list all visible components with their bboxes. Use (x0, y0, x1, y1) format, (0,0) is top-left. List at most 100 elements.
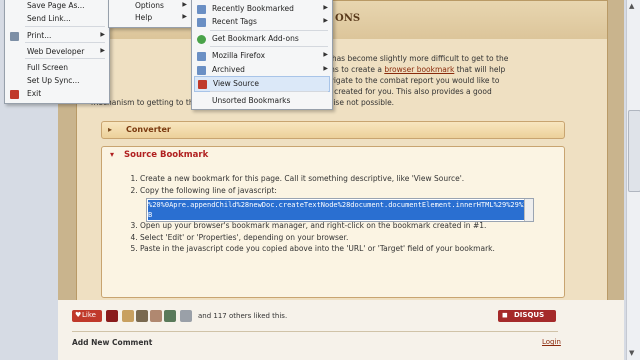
menu-separator (25, 58, 105, 59)
avatar (136, 310, 148, 322)
step-4: Select 'Edit' or 'Properties', depending… (140, 232, 560, 244)
intro-line-1: pages, it has become slightly more diffi… (297, 54, 509, 63)
scroll-thumb[interactable] (628, 110, 640, 192)
printer-icon (10, 32, 19, 41)
avatar (164, 310, 176, 322)
disqus-button[interactable]: ◼ DISQUS (498, 310, 556, 322)
intro-line-3: imply navigate to the combat report you … (297, 76, 500, 85)
menu-item-recent-tags[interactable]: Recent Tags ▶ (192, 15, 332, 29)
menu-separator (210, 30, 328, 31)
menu-item-label: Print... (27, 31, 52, 40)
menu-item-full-screen[interactable]: Full Screen (5, 61, 109, 75)
chevron-right-icon: ▶ (182, 1, 187, 8)
chevron-down-icon: ▾ (110, 150, 115, 159)
converter-label: Converter (126, 125, 171, 134)
menu-item-label: Help (135, 13, 153, 22)
menu-separator (25, 26, 105, 27)
code-scrollbar[interactable] (524, 199, 533, 221)
step-5: Paste in the javascript code you copied … (140, 243, 560, 255)
chevron-right-icon: ▸ (108, 125, 113, 134)
menu-item-set-up-sync[interactable]: Set Up Sync... (5, 74, 109, 88)
source-bookmark-label: Source Bookmark (124, 150, 209, 160)
menu-item-web-developer[interactable]: Web Developer ▶ (5, 45, 109, 59)
chevron-right-icon: ▶ (100, 31, 105, 38)
page-scrollbar[interactable]: ▲ ▼ (626, 0, 640, 360)
scroll-up-icon[interactable]: ▲ (629, 2, 634, 10)
content-panel: ONS pages, it has become slightly more d… (76, 0, 608, 302)
menu-item-send-link[interactable]: Send Link... (5, 12, 109, 26)
menu-item-archived[interactable]: Archived ▶ (192, 63, 332, 77)
javascript-code-field[interactable]: %20%0Apre.appendChild%28newDoc.createTex… (146, 198, 534, 222)
menu-item-label: Exit (27, 89, 42, 98)
source-bookmark-panel: ▾ Source Bookmark Create a new bookmark … (101, 146, 565, 298)
menu-item-label: Archived (212, 65, 245, 74)
chevron-right-icon: ▶ (323, 17, 328, 24)
step-2: Copy the following line of javascript: (140, 185, 560, 197)
addons-icon (197, 35, 206, 44)
exit-icon (10, 90, 19, 99)
menu-item-exit[interactable]: Exit (5, 87, 109, 101)
like-label: Like (82, 311, 96, 319)
chevron-right-icon: ▶ (182, 13, 187, 20)
folder-icon (197, 52, 206, 61)
menu-item-get-addons[interactable]: Get Bookmark Add-ons (192, 32, 332, 46)
menu-item-label: Full Screen (27, 63, 68, 72)
folder-icon (197, 5, 206, 14)
chevron-right-icon: ▶ (323, 4, 328, 11)
page-title: ONS (335, 13, 361, 24)
menu-item-label: Options (135, 1, 164, 10)
chevron-right-icon: ▶ (323, 51, 328, 58)
chevron-right-icon: ▶ (100, 47, 105, 54)
menu-separator (25, 42, 105, 43)
menu-item-label: View Source (213, 79, 259, 88)
avatar (122, 310, 134, 322)
heart-icon: ♥ (75, 311, 82, 319)
menu-item-label: Mozilla Firefox (212, 51, 266, 60)
menu-item-label: Unsorted Bookmarks (212, 96, 291, 105)
intro-line-4: ce that is created for you. This also pr… (297, 87, 492, 96)
menu-item-view-source[interactable]: View Source (194, 76, 330, 92)
menu-item-print[interactable]: Print... ▶ (5, 29, 109, 43)
bookmark-icon (198, 80, 207, 89)
selected-code-text[interactable]: %20%0Apre.appendChild%28newDoc.createTex… (148, 200, 530, 220)
menu-item-help[interactable]: Help ▶ (109, 11, 191, 25)
intro-line-5: mechanism to getting to th (smart-phones… (91, 98, 395, 107)
step-1: Create a new bookmark for this page. Cal… (140, 173, 560, 185)
menu-item-mozilla-firefox[interactable]: Mozilla Firefox ▶ (192, 49, 332, 63)
file-menu: Save Page As... Send Link... Print... ▶ … (4, 0, 110, 104)
divider (72, 331, 558, 332)
avatar (180, 310, 192, 322)
chevron-right-icon: ▶ (323, 65, 328, 72)
dislike-icon[interactable] (106, 310, 118, 322)
menu-separator (210, 91, 328, 92)
converter-accordion[interactable]: ▸ Converter (101, 121, 565, 139)
menu-item-label: Send Link... (27, 14, 71, 23)
menu-item-label: Get Bookmark Add-ons (212, 34, 299, 43)
comments-bar: ♥ Like and 117 others liked this. ◼ DISQ… (58, 300, 624, 360)
menu-item-label: Recently Bookmarked (212, 4, 294, 13)
menu-item-label: Set Up Sync... (27, 76, 80, 85)
avatar (150, 310, 162, 322)
menu-item-unsorted-bookmarks[interactable]: Unsorted Bookmarks (192, 94, 332, 108)
menu-item-label: Recent Tags (212, 17, 257, 26)
liked-count-text: and 117 others liked this. (198, 312, 288, 320)
menu-item-recently-bookmarked[interactable]: Recently Bookmarked ▶ (192, 2, 332, 16)
intro-text: pages, it has become slightly more diffi… (91, 53, 591, 108)
scroll-down-icon[interactable]: ▼ (629, 349, 634, 357)
add-comment-heading: Add New Comment (72, 338, 153, 347)
browser-bookmark-link[interactable]: browser bookmark (384, 65, 454, 74)
menu-item-label: Web Developer (27, 47, 85, 56)
disqus-label: DISQUS (514, 311, 545, 319)
like-button[interactable]: ♥ Like (72, 310, 102, 322)
menu-item-label: Save Page As... (27, 1, 85, 10)
disqus-icon: ◼ (502, 311, 508, 319)
source-bookmark-header[interactable]: ▾ Source Bookmark (102, 147, 564, 165)
login-link[interactable]: Login (542, 338, 561, 346)
intro-text-b: that will help (456, 65, 506, 74)
folder-icon (197, 18, 206, 27)
folder-icon (197, 66, 206, 75)
intro-line-2: nstructions to create a browser bookmark… (91, 64, 591, 75)
menu-separator (210, 46, 328, 47)
web-page: ONS pages, it has become slightly more d… (58, 0, 624, 360)
tools-menu: Options ▶ Help ▶ (108, 0, 192, 28)
